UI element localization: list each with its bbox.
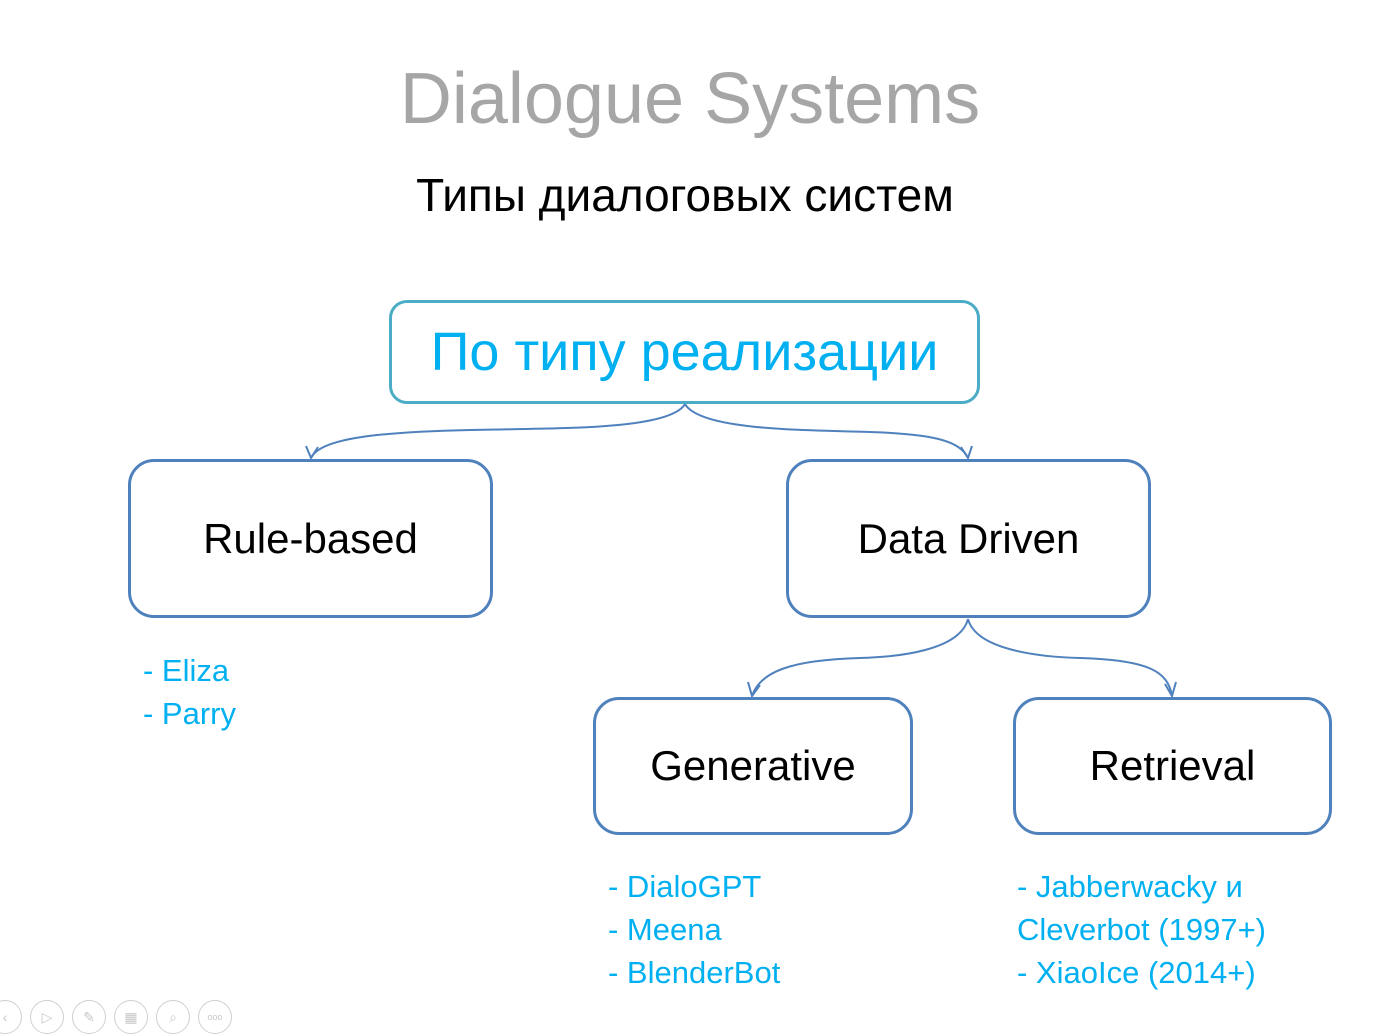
next-slide-button[interactable]: ▷ <box>30 1000 64 1034</box>
node-rule-based-label: Rule-based <box>203 514 418 562</box>
zoom-button[interactable]: ⌕ <box>156 1000 190 1034</box>
slideshow-toolbar: ‹ ▷ ✎ ▦ ⌕ ooo <box>0 1000 232 1034</box>
node-generative: Generative <box>593 697 913 835</box>
example-item: - Meena <box>608 912 722 947</box>
rule-based-examples: - Eliza - Parry <box>143 649 236 735</box>
see-all-slides-button[interactable]: ▦ <box>114 1000 148 1034</box>
example-item: - XiaoIce (2014+) <box>1017 955 1256 990</box>
chevron-left-icon: ‹ <box>2 1009 8 1025</box>
node-retrieval-label: Retrieval <box>1089 742 1256 789</box>
more-icon: ooo <box>207 1012 223 1022</box>
example-item: Cleverbot (1997+) <box>1017 912 1266 947</box>
node-root: По типу реализации <box>389 300 980 404</box>
example-item: - Jabberwacky и <box>1017 869 1243 904</box>
edge-root-data-driven <box>684 403 969 459</box>
play-icon: ▷ <box>41 1008 53 1025</box>
edge-data-driven-generative <box>751 618 969 697</box>
previous-slide-button[interactable]: ‹ <box>0 1000 22 1034</box>
retrieval-examples: - Jabberwacky и Cleverbot (1997+) - Xiao… <box>1017 865 1266 994</box>
node-rule-based: Rule-based <box>128 459 493 618</box>
node-generative-label: Generative <box>650 742 856 789</box>
edge-data-driven-retrieval <box>967 618 1173 697</box>
more-options-button[interactable]: ooo <box>198 1000 232 1034</box>
slides-grid-icon: ▦ <box>124 1008 138 1025</box>
pen-icon: ✎ <box>83 1008 95 1025</box>
pen-button[interactable]: ✎ <box>72 1000 106 1034</box>
arrowhead-data-driven <box>960 445 973 461</box>
node-data-driven-label: Data Driven <box>857 514 1080 562</box>
node-data-driven: Data Driven <box>786 459 1151 618</box>
node-root-label: По типу реализации <box>430 322 939 382</box>
edge-root-rule-based <box>310 403 686 459</box>
example-item: - Eliza <box>143 653 230 688</box>
example-item: - BlenderBot <box>608 955 781 990</box>
generative-examples: - DialoGPT - Meena - BlenderBot <box>608 865 780 994</box>
magnifier-icon: ⌕ <box>169 1008 177 1025</box>
node-retrieval: Retrieval <box>1013 697 1332 835</box>
example-item: - Parry <box>143 696 236 731</box>
example-item: - DialoGPT <box>608 869 762 904</box>
